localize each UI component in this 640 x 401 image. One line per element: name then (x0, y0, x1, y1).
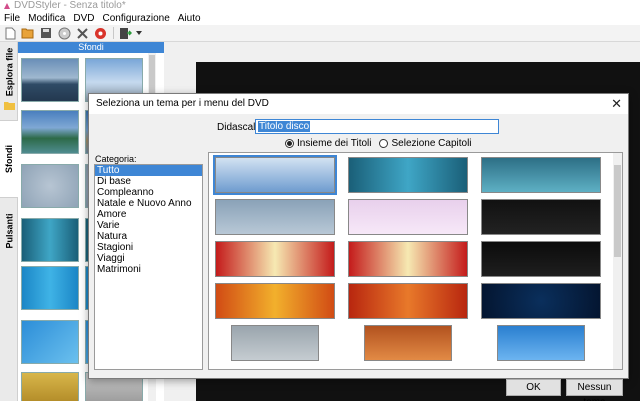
category-label: Categoria: (95, 154, 137, 164)
tab-pulsanti[interactable]: Pulsanti (0, 202, 18, 260)
save-icon (41, 28, 51, 38)
category-item[interactable]: Amore (95, 209, 202, 220)
theme-thumb[interactable] (497, 325, 585, 361)
category-item[interactable]: Varie (95, 220, 202, 231)
export-dropdown[interactable] (135, 26, 143, 40)
theme-thumb[interactable] (348, 241, 468, 277)
theme-grid (208, 152, 623, 370)
background-thumb[interactable] (21, 164, 79, 208)
no-theme-button[interactable]: Nessun tema (566, 379, 623, 401)
category-item[interactable]: Matrimoni (95, 264, 202, 275)
theme-thumb[interactable] (481, 157, 601, 193)
background-thumb[interactable] (21, 372, 79, 401)
window-titlebar: DVDStyler - Senza titolo* (0, 0, 640, 12)
background-thumb[interactable] (21, 218, 79, 262)
dialog-title: Seleziona un tema per i menu del DVD (89, 94, 628, 114)
background-thumb[interactable] (21, 58, 79, 102)
theme-thumb[interactable] (481, 199, 601, 235)
toolbar-separator (113, 27, 114, 39)
radio-insieme-titoli[interactable]: Insieme dei Titoli (285, 138, 371, 149)
theme-thumb[interactable] (213, 155, 337, 195)
category-list[interactable]: Tutto Di base Compleanno Natale e Nuovo … (94, 164, 203, 370)
save-button[interactable] (38, 26, 54, 40)
theme-thumb[interactable] (348, 157, 468, 193)
theme-thumb[interactable] (215, 241, 335, 277)
menu-modifica[interactable]: Modifica (24, 12, 69, 25)
radio-group: Insieme dei Titoli Selezione Capitoli (285, 138, 480, 149)
export-button[interactable] (117, 26, 133, 40)
record-icon (94, 27, 106, 39)
record-button[interactable] (92, 26, 108, 40)
tab-esplora-file[interactable]: Esplora file (0, 48, 18, 97)
category-item[interactable]: Stagioni (95, 242, 202, 253)
theme-thumb[interactable] (215, 283, 335, 319)
theme-thumb[interactable] (481, 283, 601, 319)
settings-icon (76, 27, 88, 39)
new-button[interactable] (2, 26, 18, 40)
app-logo-icon (4, 3, 10, 9)
theme-grid-scrollbar[interactable] (613, 153, 622, 369)
theme-thumb[interactable] (481, 241, 601, 277)
tab-sfondi[interactable]: Sfondi (0, 120, 18, 198)
settings-button[interactable] (74, 26, 90, 40)
folder-tab-icon (0, 98, 18, 112)
menu-bar: File Modifica DVD Configurazione Aiuto (0, 12, 640, 25)
theme-thumb[interactable] (364, 325, 452, 361)
background-thumb[interactable] (21, 266, 79, 310)
category-item[interactable]: Compleanno (95, 187, 202, 198)
background-thumb[interactable] (21, 110, 79, 154)
category-item[interactable]: Natura (95, 231, 202, 242)
open-icon (21, 28, 34, 39)
radio-selezione-capitoli[interactable]: Selezione Capitoli (379, 138, 472, 149)
theme-thumb[interactable] (231, 325, 319, 361)
menu-file[interactable]: File (0, 12, 24, 25)
theme-thumb[interactable] (348, 283, 468, 319)
radio-selected-icon (285, 139, 294, 148)
side-tabs: Esplora file Sfondi Pulsanti (0, 42, 18, 401)
caption-value: Titolo disco (258, 121, 311, 132)
category-item[interactable]: Viaggi (95, 253, 202, 264)
background-thumb[interactable] (21, 320, 79, 364)
panel-header: Sfondi (18, 42, 164, 53)
dialog-body: Didascalia: Titolo disco Insieme dei Tit… (89, 114, 628, 401)
window-title: DVDStyler - Senza titolo* (14, 0, 126, 11)
theme-thumb[interactable] (215, 199, 335, 235)
category-item[interactable]: Tutto (95, 165, 202, 176)
new-icon (5, 27, 15, 39)
radio-unselected-icon (379, 139, 389, 148)
export-icon (119, 27, 132, 39)
ok-button[interactable]: OK (506, 379, 561, 396)
menu-aiuto[interactable]: Aiuto (174, 12, 205, 25)
menu-dvd[interactable]: DVD (69, 12, 98, 25)
theme-thumb[interactable] (348, 199, 468, 235)
burn-icon (58, 27, 70, 39)
category-item[interactable]: Natale e Nuovo Anno (95, 198, 202, 209)
theme-dialog: Seleziona un tema per i menu del DVD ✕ D… (88, 93, 629, 401)
toolbar (0, 25, 640, 42)
menu-configurazione[interactable]: Configurazione (99, 12, 174, 25)
burn-button[interactable] (56, 26, 72, 40)
close-icon[interactable]: ✕ (611, 96, 622, 112)
dropdown-arrow-icon (136, 31, 142, 35)
category-item[interactable]: Di base (95, 176, 202, 187)
caption-input[interactable]: Titolo disco (255, 119, 499, 134)
open-button[interactable] (20, 26, 36, 40)
